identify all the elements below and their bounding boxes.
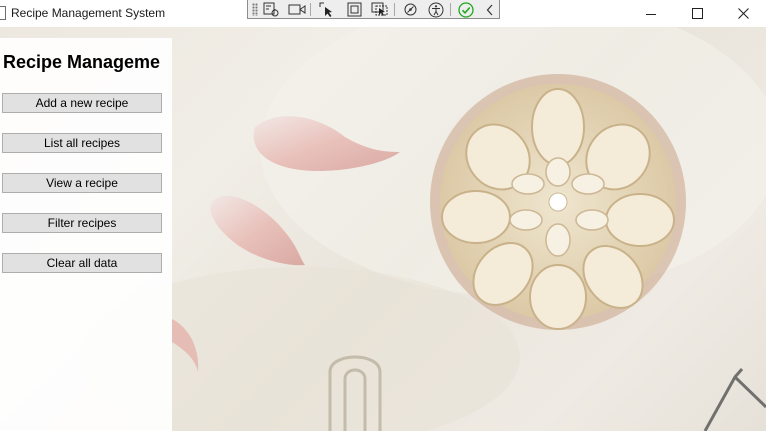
side-panel: Recipe Management Add a new recipe List … (0, 38, 172, 431)
list-recipes-button[interactable]: List all recipes (2, 133, 162, 153)
accessibility-icon (428, 2, 444, 17)
hot-reload-ok-icon (458, 1, 474, 18)
clear-data-button[interactable]: Clear all data (2, 253, 162, 273)
close-button[interactable] (720, 0, 766, 27)
display-layout-adorners-icon (347, 2, 361, 17)
record-button[interactable] (287, 1, 307, 18)
panel-heading: Recipe Management (3, 52, 161, 72)
binding-failures-icon (404, 3, 416, 16)
record-icon (288, 4, 306, 15)
close-icon (737, 8, 749, 19)
hot-reload-status-button[interactable] (456, 1, 476, 18)
track-focus-icon (371, 2, 388, 16)
view-recipe-button[interactable]: View a recipe (2, 173, 162, 193)
app-icon (0, 6, 6, 20)
track-focus-button[interactable] (370, 1, 390, 18)
display-layout-adorners-button[interactable] (344, 1, 364, 18)
binding-failures-button[interactable] (400, 1, 420, 18)
maximize-icon (691, 8, 703, 19)
live-visual-tree-button[interactable] (261, 1, 281, 18)
debug-toolbar (247, 0, 500, 19)
filter-recipes-button[interactable]: Filter recipes (2, 213, 162, 233)
client-area: Recipe Management Add a new recipe List … (0, 27, 766, 431)
minimize-button[interactable] (628, 0, 674, 27)
collapse-toolbar-button[interactable] (480, 1, 500, 18)
add-recipe-button[interactable]: Add a new recipe (2, 93, 162, 113)
minimize-icon (646, 13, 656, 15)
window-title: Recipe Management System (11, 6, 166, 20)
accessibility-button[interactable] (426, 1, 446, 18)
select-element-icon (319, 2, 332, 17)
maximize-button[interactable] (674, 0, 720, 27)
live-visual-tree-icon (263, 2, 279, 17)
collapse-chevron-icon (486, 4, 493, 15)
toolbar-grip[interactable] (252, 3, 258, 16)
select-element-button[interactable] (317, 1, 337, 18)
